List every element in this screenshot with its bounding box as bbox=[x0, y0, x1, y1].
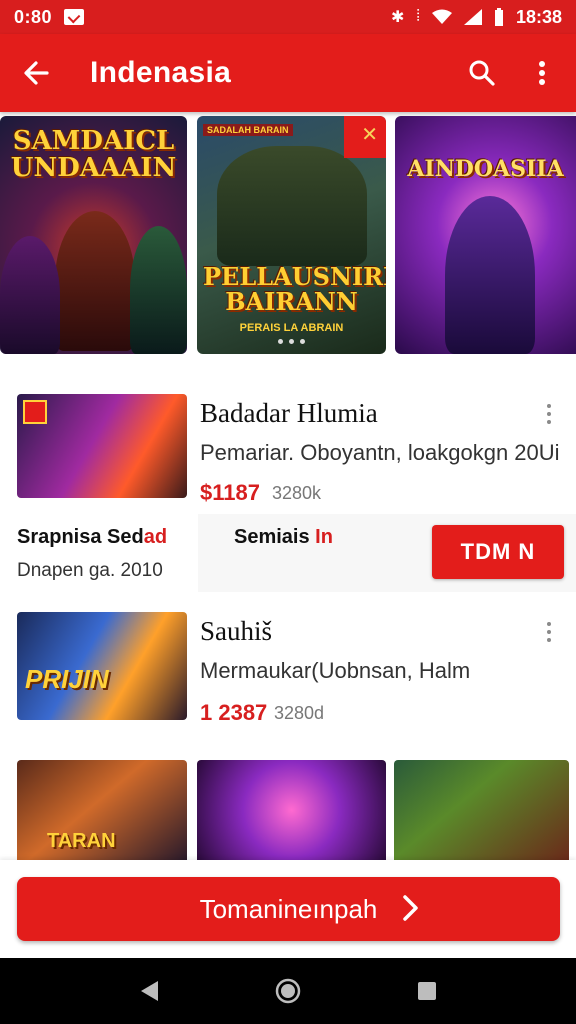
wifi-icon bbox=[431, 9, 452, 24]
search-icon bbox=[469, 60, 495, 86]
overflow-menu-button[interactable] bbox=[524, 53, 560, 93]
status-time-left: 0:80 bbox=[14, 6, 53, 27]
banner-2-figure bbox=[217, 146, 367, 266]
item-subtitle: Mermaukar(Uobnsan, Halm bbox=[200, 658, 471, 683]
item-meta: 3280k bbox=[272, 483, 322, 503]
promo-label: Semiais In bbox=[234, 526, 333, 548]
banner-1-figure-3 bbox=[130, 226, 187, 354]
banner-2-title: PELLAUSNIRN BAIRANN bbox=[203, 262, 386, 317]
battery-icon bbox=[494, 8, 503, 26]
carousel-indicator bbox=[197, 339, 386, 344]
bluetooth-icon: ✱ bbox=[390, 9, 405, 26]
banner-2-badge: SADALAH BARAIN bbox=[203, 124, 293, 136]
item-subtitle: Pemariar. Oboyantn, loakgokgn 20Ui bbox=[200, 440, 560, 465]
bottom-action-bar: Tomanineınpah bbox=[0, 860, 576, 958]
search-button[interactable] bbox=[464, 53, 500, 93]
status-icons: ✱ ⦙ 18:38 bbox=[391, 7, 562, 28]
close-badge-icon bbox=[344, 116, 386, 158]
home-circle-icon bbox=[275, 978, 301, 1004]
vibrate-icon: ⦙ bbox=[416, 8, 420, 25]
nav-recents-button[interactable] bbox=[407, 971, 447, 1011]
item-thumbnail: PRIJIN bbox=[17, 612, 187, 720]
promo-label-red: In bbox=[315, 526, 333, 548]
list-item[interactable]: Badadar Hlumia Pemariar. Oboyantn, loakg… bbox=[0, 380, 576, 514]
chevron-right-icon bbox=[403, 895, 418, 921]
grid-tile[interactable] bbox=[197, 760, 386, 860]
banner-3[interactable]: AINDOASIIA bbox=[395, 116, 576, 354]
item-more-icon[interactable] bbox=[544, 404, 554, 424]
item-price: $1187 bbox=[200, 480, 260, 505]
banner-carousel[interactable]: SAMDAICL UNDAAAIN SADALAH BARAIN PELLAUS… bbox=[0, 112, 576, 358]
thumb-badge bbox=[23, 400, 47, 424]
grid-tile-text: TARAN bbox=[47, 830, 116, 852]
item-title: Sauhiš bbox=[200, 616, 273, 646]
status-time-right: 18:38 bbox=[515, 6, 562, 27]
banner-1[interactable]: SAMDAICL UNDAAAIN bbox=[0, 116, 187, 354]
promo-button[interactable]: TDM N bbox=[432, 525, 564, 579]
item-price: 1 2387 bbox=[200, 700, 268, 725]
banner-1-figure bbox=[55, 211, 135, 351]
item-meta: 3280d bbox=[274, 703, 325, 723]
list-item[interactable]: PRIJIN Sauhiš Mermaukar(Uobnsan, Halm 1 … bbox=[0, 596, 576, 746]
promo-title: Srapnisa Sedad bbox=[17, 526, 168, 548]
page-title: Indenasia bbox=[90, 56, 232, 89]
cta-label: Tomanineınpah bbox=[199, 893, 378, 924]
promo-subtitle: Dnapen ga. 2010 bbox=[17, 560, 163, 581]
thumb-text: PRIJIN bbox=[25, 664, 109, 694]
status-bar: 0:80 ✱ ⦙ 18:38 bbox=[0, 0, 576, 34]
banner-2-subtitle: PERAIS LA ABRAIN bbox=[239, 322, 344, 334]
game-grid: TARAN bbox=[0, 760, 576, 860]
grid-tile[interactable]: TARAN bbox=[17, 760, 187, 860]
back-button[interactable] bbox=[16, 53, 56, 93]
notification-icon bbox=[64, 9, 85, 25]
item-more-icon[interactable] bbox=[544, 622, 554, 642]
primary-cta-button[interactable]: Tomanineınpah bbox=[17, 877, 560, 941]
banner-3-figure bbox=[445, 196, 535, 354]
recents-square-icon bbox=[417, 982, 436, 1000]
banner-2[interactable]: SADALAH BARAIN PELLAUSNIRN BAIRANN PERAI… bbox=[197, 116, 386, 354]
app-bar: Indenasia bbox=[0, 34, 576, 112]
nav-back-button[interactable] bbox=[129, 971, 169, 1011]
grid-tile[interactable] bbox=[394, 760, 569, 860]
banner-1-title: SAMDAICL UNDAAAIN bbox=[10, 126, 177, 184]
more-vert-icon bbox=[539, 61, 545, 85]
promo-title-red: ad bbox=[143, 526, 168, 548]
banner-1-figure-2 bbox=[0, 236, 60, 354]
nav-home-button[interactable] bbox=[268, 971, 308, 1011]
promo-row: Srapnisa Sedad Dnapen ga. 2010 Semiais I… bbox=[0, 514, 576, 592]
item-thumbnail bbox=[17, 394, 187, 498]
system-nav-bar bbox=[0, 958, 576, 1024]
back-arrow-icon bbox=[24, 61, 49, 85]
banner-3-title: AINDOASIIA bbox=[407, 156, 564, 182]
signal-icon bbox=[463, 9, 482, 25]
item-title: Badadar Hlumia bbox=[200, 398, 378, 428]
back-triangle-icon bbox=[141, 981, 159, 1001]
